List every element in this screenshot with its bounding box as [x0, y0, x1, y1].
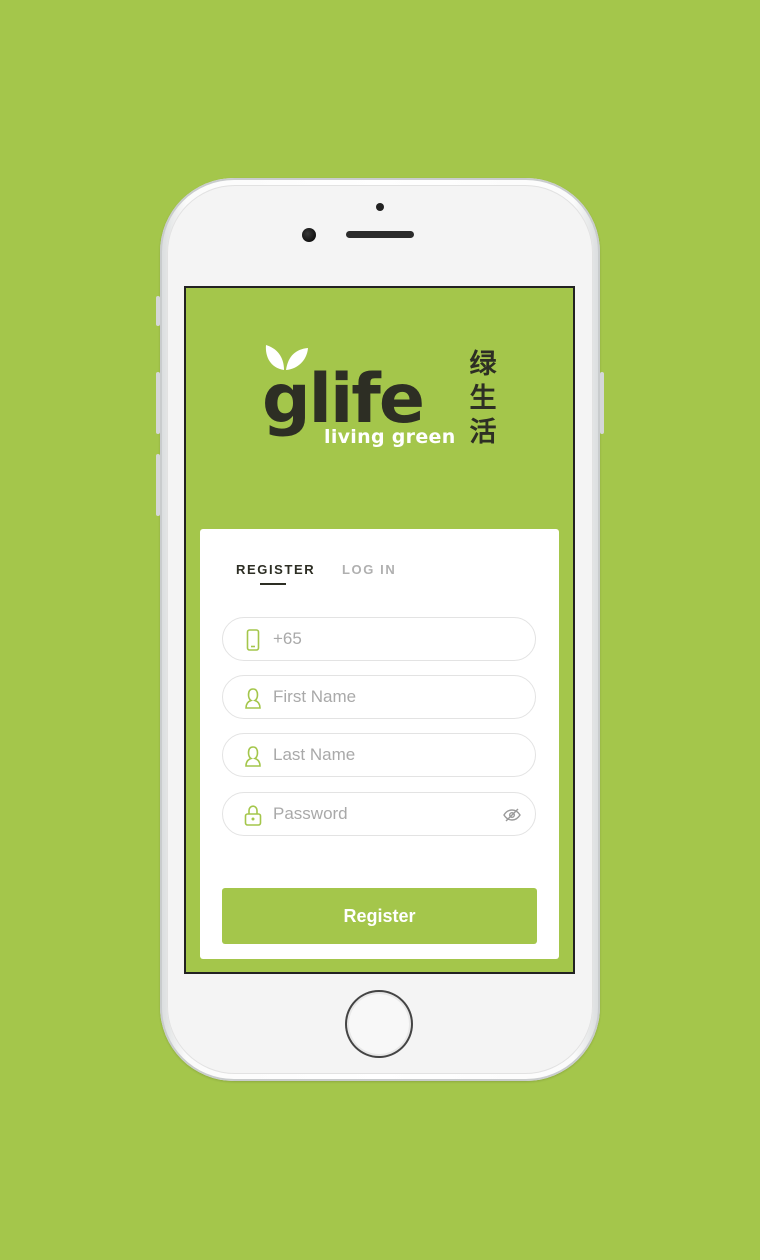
brand-logo: glife living green 绿生活 [262, 338, 502, 458]
lock-icon [244, 805, 262, 826]
auth-card: REGISTER LOG IN +65 First Name Last Name… [200, 529, 559, 959]
logo-chinese: 绿生活 [469, 349, 497, 448]
phone-field[interactable] [222, 617, 536, 661]
tab-register[interactable]: REGISTER [236, 562, 315, 577]
power-button [600, 372, 604, 434]
eye-off-icon[interactable] [503, 807, 521, 823]
home-button[interactable] [345, 990, 413, 1058]
password-input[interactable] [273, 793, 493, 835]
logo-tagline: living green [324, 426, 456, 448]
earpiece-speaker [346, 231, 414, 238]
last-name-field[interactable] [222, 733, 536, 777]
phone-input[interactable] [273, 618, 493, 660]
front-camera [302, 228, 316, 242]
volume-up-button [156, 372, 160, 434]
register-button[interactable]: Register [222, 888, 537, 944]
last-name-input[interactable] [273, 734, 493, 776]
app-screen: glife living green 绿生活 REGISTER LOG IN +… [184, 286, 575, 974]
first-name-field[interactable] [222, 675, 536, 719]
logo-wordmark: glife [262, 360, 425, 439]
first-name-input[interactable] [273, 676, 493, 718]
password-field[interactable] [222, 792, 536, 836]
phone-icon [246, 629, 260, 651]
proximity-sensor [376, 203, 384, 211]
mute-switch [156, 296, 160, 326]
tab-login[interactable]: LOG IN [342, 562, 396, 577]
user-icon [245, 688, 261, 709]
volume-down-button [156, 454, 160, 516]
user-icon [245, 746, 261, 767]
active-tab-indicator [260, 583, 286, 585]
